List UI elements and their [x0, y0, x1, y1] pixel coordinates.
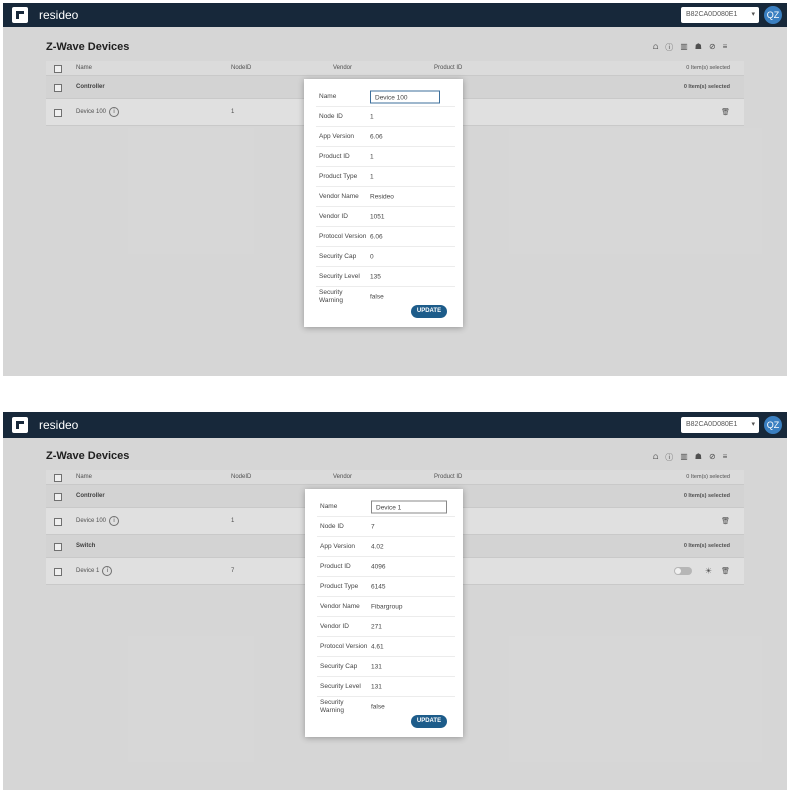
screenshot-2: resideo B82CA0D080E1 ▾ QZ Z-Wave Devices… [3, 412, 787, 790]
field-label: Protocol Version [319, 232, 367, 240]
chevron-down-icon: ▾ [751, 11, 755, 18]
dialog-row-name: Name Device 100 [316, 87, 455, 107]
field-value: false [371, 703, 385, 710]
field-value: Resideo [370, 193, 394, 200]
field-label: Product ID [319, 152, 350, 160]
app-logo-icon [12, 417, 28, 433]
field-label: Security Cap [319, 252, 357, 260]
field-value: 0 [370, 253, 374, 260]
field-label: Node ID [319, 112, 343, 120]
field-value: 1051 [370, 213, 385, 220]
top-bar: resideo B82CA0D080E1 ▾ QZ [3, 3, 787, 27]
field-label: Security Level [320, 682, 361, 690]
field-label: Security Cap [320, 662, 358, 670]
field-value: 131 [371, 683, 382, 690]
field-value: 6145 [371, 583, 386, 590]
field-label: Vendor ID [319, 212, 348, 220]
field-value: 135 [370, 273, 381, 280]
device-dialog: Name Device 100 Node ID 1 App Version 6.06… [304, 79, 463, 327]
brand-name: resideo [39, 8, 79, 22]
device-select[interactable]: B82CA0D080E1 ▾ [681, 7, 759, 23]
device-select-value: B82CA0D080E1 [686, 421, 738, 428]
field-label: Node ID [320, 522, 344, 530]
field-label: Vendor Name [320, 602, 360, 610]
update-button[interactable]: UPDATE [411, 715, 447, 728]
app-logo-icon [12, 7, 28, 23]
field-value: false [370, 293, 384, 300]
screenshot-1: resideo B82CA0D080E1 ▾ QZ Z-Wave Devices… [3, 3, 787, 376]
chevron-down-icon: ▾ [751, 421, 755, 428]
field-label: Security Warning [319, 288, 343, 304]
field-value: 6.06 [370, 233, 383, 240]
field-label: Security Level [319, 272, 360, 280]
device-select[interactable]: B82CA0D080E1 ▾ [681, 417, 759, 433]
name-input[interactable]: Device 1 [371, 500, 447, 513]
field-value: 1 [370, 113, 374, 120]
field-value: 271 [371, 623, 382, 630]
name-input[interactable]: Device 100 [370, 90, 440, 103]
field-value: 1 [370, 153, 374, 160]
field-label: Product Type [319, 172, 358, 180]
field-label: Product Type [320, 582, 359, 590]
field-value: 4.61 [371, 643, 384, 650]
name-label: Name [320, 502, 338, 510]
field-value: 131 [371, 663, 382, 670]
field-value: Fibargroup [371, 603, 403, 610]
field-label: Security Warning [320, 698, 344, 714]
field-value: 7 [371, 523, 375, 530]
top-bar: resideo B82CA0D080E1 ▾ QZ [3, 412, 787, 438]
field-label: App Version [319, 132, 355, 140]
field-label: Vendor Name [319, 192, 359, 200]
field-value: 4.02 [371, 543, 384, 550]
field-value: 4096 [371, 563, 386, 570]
device-dialog: Name Device 1 Node ID 7 App Version 4.02 P… [305, 489, 463, 737]
field-value: 6.06 [370, 133, 383, 140]
device-select-value: B82CA0D080E1 [686, 11, 738, 18]
field-label: App Version [320, 542, 356, 550]
field-label: Vendor ID [320, 622, 349, 630]
field-label: Product ID [320, 562, 351, 570]
field-label: Protocol Version [320, 642, 368, 650]
name-label: Name [319, 92, 337, 100]
dialog-row-name: Name Device 1 [317, 497, 455, 517]
field-value: 1 [370, 173, 374, 180]
update-button[interactable]: UPDATE [411, 305, 447, 318]
avatar[interactable]: QZ [764, 416, 782, 434]
brand-name: resideo [39, 418, 79, 432]
avatar[interactable]: QZ [764, 6, 782, 24]
